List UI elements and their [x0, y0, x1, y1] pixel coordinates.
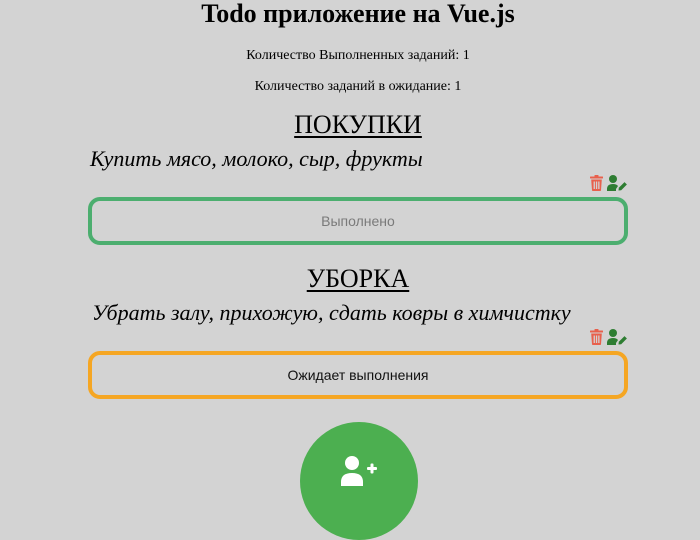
user-edit-icon[interactable]	[607, 175, 627, 191]
task-description: Убрать залу, прихожую, сдать ковры в хим…	[92, 300, 571, 325]
task-title: УБОРКА	[306, 264, 410, 293]
status-button-pending[interactable]: Ожидает выполнения	[88, 351, 628, 399]
trash-icon[interactable]	[590, 329, 603, 345]
add-task-button[interactable]	[300, 422, 418, 540]
trash-icon[interactable]	[590, 175, 603, 191]
task-actions	[590, 329, 627, 345]
pending-count-text: Количество заданий в ожидание: 1	[254, 79, 462, 94]
done-count-text: Количество Выполненных заданий: 1	[246, 48, 470, 63]
task-actions	[590, 175, 627, 191]
task-description: Купить мясо, молоко, сыр, фрукты	[90, 146, 423, 171]
status-button-done[interactable]: Выполнено	[88, 197, 628, 245]
app-title: Todo приложение на Vue.js	[201, 0, 515, 28]
user-plus-icon	[341, 456, 377, 486]
user-edit-icon[interactable]	[607, 329, 627, 345]
task-title: ПОКУПКИ	[294, 110, 422, 139]
